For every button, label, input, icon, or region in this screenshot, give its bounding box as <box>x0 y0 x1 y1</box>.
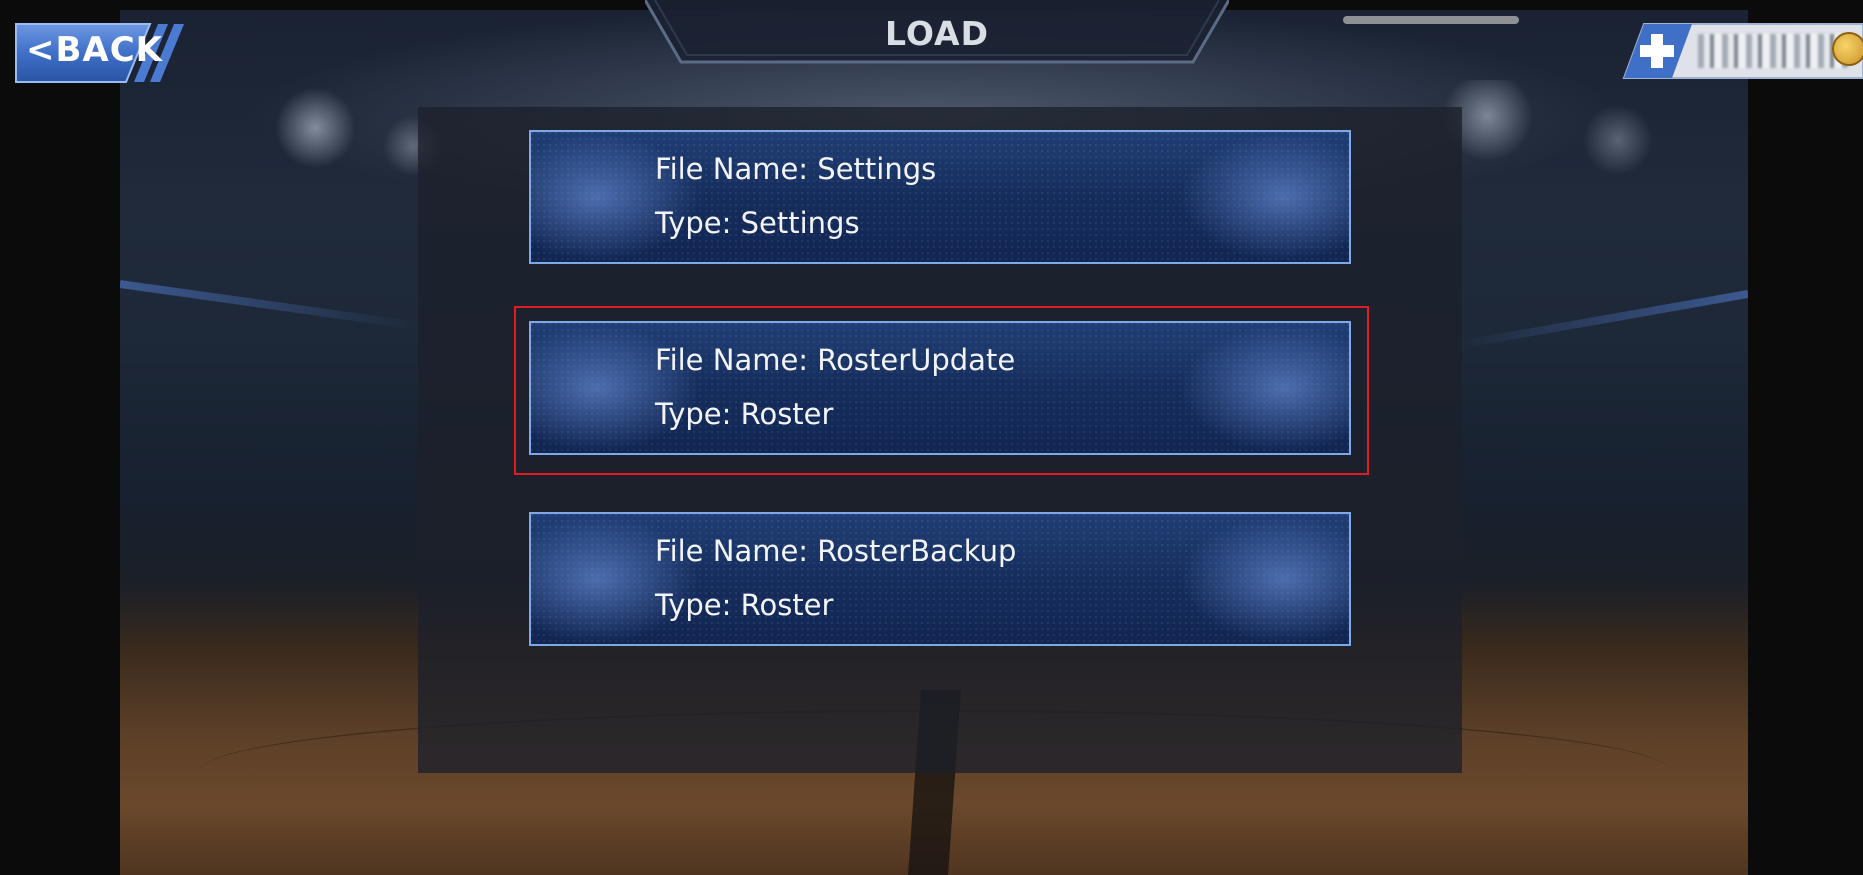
file-type-line: Type: Settings <box>655 206 860 240</box>
file-type-label: Type: <box>655 397 732 431</box>
file-type-line: Type: Roster <box>655 397 833 431</box>
back-label: <BACK <box>26 30 164 70</box>
file-name-line: File Name: RosterUpdate <box>655 343 1015 377</box>
file-type-label: Type: <box>655 206 732 240</box>
page-title: LOAD <box>885 14 989 53</box>
file-name-value: RosterUpdate <box>817 343 1016 377</box>
plus-icon <box>1640 34 1674 68</box>
file-card-rosterbackup[interactable]: File Name: RosterBackup Type: Roster <box>529 512 1351 646</box>
back-button[interactable]: <BACK <box>14 22 190 84</box>
scroll-handle[interactable] <box>1343 16 1519 24</box>
arena-band-left <box>120 280 418 330</box>
file-type-value: Roster <box>740 397 834 431</box>
file-name-label: File Name: <box>655 152 809 186</box>
file-name-line: File Name: RosterBackup <box>655 534 1016 568</box>
file-card-settings[interactable]: File Name: Settings Type: Settings <box>529 130 1351 264</box>
screen: LOAD <BACK File Name: Settings Type: Set… <box>0 0 1863 875</box>
file-type-line: Type: Roster <box>655 588 833 622</box>
arena-band-right <box>1451 290 1748 351</box>
file-type-value: Roster <box>740 588 834 622</box>
coin-icon <box>1832 32 1863 66</box>
file-name-label: File Name: <box>655 343 809 377</box>
title-banner: LOAD <box>645 0 1229 66</box>
file-name-value: Settings <box>817 152 937 186</box>
currency-widget <box>1622 22 1863 80</box>
file-name-line: File Name: Settings <box>655 152 936 186</box>
file-name-label: File Name: <box>655 534 809 568</box>
file-card-rosterupdate[interactable]: File Name: RosterUpdate Type: Roster <box>529 321 1351 455</box>
add-currency-button[interactable] <box>1632 26 1682 76</box>
file-type-label: Type: <box>655 588 732 622</box>
file-name-value: RosterBackup <box>817 534 1017 568</box>
currency-value-obscured <box>1698 34 1848 68</box>
file-type-value: Settings <box>740 206 860 240</box>
